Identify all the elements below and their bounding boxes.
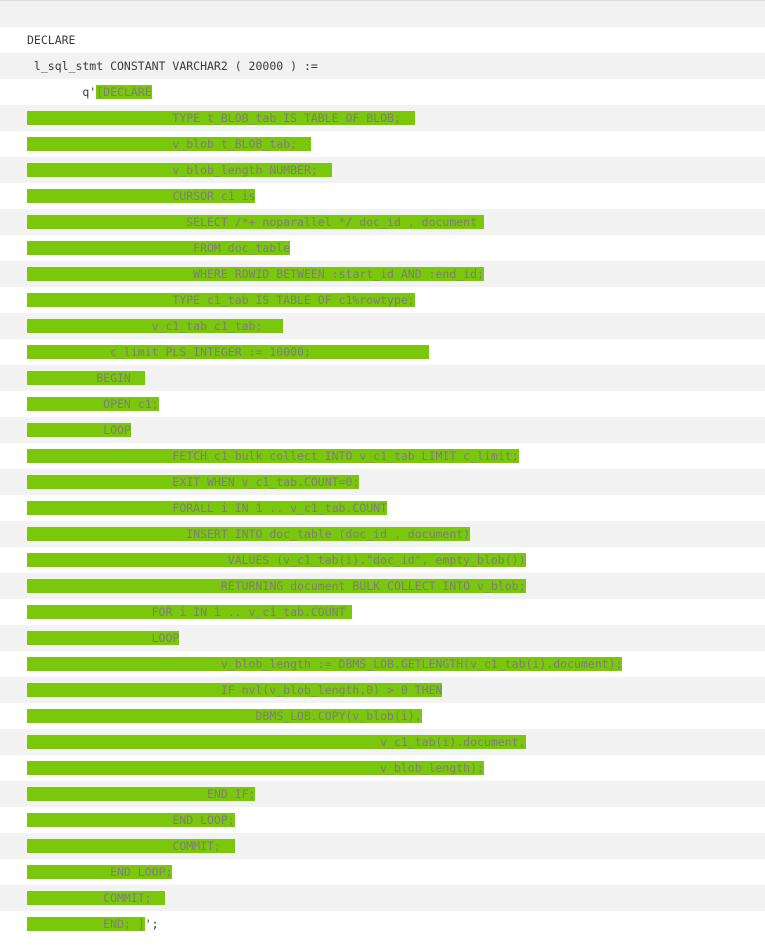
code-highlight-segment: LOOP: [27, 423, 131, 437]
code-line: END LOOP;: [0, 859, 765, 885]
code-line: COMMIT;: [0, 833, 765, 859]
code-highlight-segment: FOR i IN 1 .. v_c1_tab.COUNT: [27, 605, 353, 619]
code-highlight-segment: v_c1_tab c1_tab;: [27, 319, 284, 333]
code-highlight-segment: BEGIN: [27, 371, 145, 385]
code-line: DECLARE: [0, 27, 765, 53]
code-plain-segment: q': [27, 85, 97, 99]
code-line: LOOP: [0, 625, 765, 651]
code-highlight-segment: LOOP: [27, 631, 180, 645]
code-line: v_blob_length := DBMS_LOB.GETLENGTH(v_c1…: [0, 651, 765, 677]
code-line: END; ]';: [0, 911, 765, 937]
code-listing: DECLARE l_sql_stmt CONSTANT VARCHAR2 ( 2…: [0, 0, 765, 937]
code-line: l_sql_stmt CONSTANT VARCHAR2 ( 20000 ) :…: [0, 53, 765, 79]
code-line: FROM doc_table: [0, 235, 765, 261]
code-highlight-segment: WHERE ROWID BETWEEN :start_id AND :end_i…: [27, 267, 484, 281]
code-line: RETURNING document BULK COLLECT INTO v_b…: [0, 573, 765, 599]
code-highlight-segment: c_limit PLS_INTEGER := 10000;: [27, 345, 429, 359]
code-highlight-segment: IF nvl(v_blob_length,0) > 0 THEN: [27, 683, 443, 697]
code-highlight-segment: END LOOP;: [27, 813, 235, 827]
code-highlight-segment: TYPE t_BLOB_tab IS TABLE OF BLOB;: [27, 111, 415, 125]
code-highlight-segment: VALUES (v_c1_tab(i)."doc_id", empty_blob…: [27, 553, 526, 567]
code-line: OPEN c1;: [0, 391, 765, 417]
code-line: TYPE c1_tab IS TABLE OF c1%rowtype;: [0, 287, 765, 313]
code-plain-segment: DECLARE: [27, 33, 76, 47]
code-line: v_blob_length NUMBER;: [0, 157, 765, 183]
code-highlight-segment: v_blob_length);: [27, 761, 484, 775]
code-highlight-segment: END IF;: [27, 787, 256, 801]
code-highlight-segment: CURSOR c1 is: [27, 189, 256, 203]
code-highlight-segment: TYPE c1_tab IS TABLE OF c1%rowtype;: [27, 293, 415, 307]
code-highlight-segment: DBMS_LOB.COPY(v_blob(i),: [27, 709, 422, 723]
code-line: TYPE t_BLOB_tab IS TABLE OF BLOB;: [0, 105, 765, 131]
code-highlight-segment: v_blob_length := DBMS_LOB.GETLENGTH(v_c1…: [27, 657, 623, 671]
code-highlight-segment: [DECLARE: [96, 85, 152, 99]
code-line: EXIT WHEN v_c1_tab.COUNT=0;: [0, 469, 765, 495]
code-line: v_c1_tab(i).document,: [0, 729, 765, 755]
code-highlight-segment: FORALL i IN 1 .. v_c1_tab.COUNT: [27, 501, 388, 515]
code-line: v_blob_length);: [0, 755, 765, 781]
code-line: FETCH c1 bulk collect INTO v_c1_tab LIMI…: [0, 443, 765, 469]
code-line: v_c1_tab c1_tab;: [0, 313, 765, 339]
code-line: v_blob t_BLOB_tab;: [0, 131, 765, 157]
code-highlight-segment: FETCH c1 bulk collect INTO v_c1_tab LIMI…: [27, 449, 519, 463]
code-line: LOOP: [0, 417, 765, 443]
code-line: INSERT INTO doc_table (doc_id , document…: [0, 521, 765, 547]
code-line: [0, 1, 765, 27]
code-line: COMMIT;: [0, 885, 765, 911]
code-plain-segment: ';: [144, 917, 159, 931]
code-highlight-segment: SELECT /*+ noparallel */ doc_id , docume…: [27, 215, 484, 229]
code-highlight-segment: FROM doc_table: [27, 241, 291, 255]
code-line: BEGIN: [0, 365, 765, 391]
code-plain-segment: l_sql_stmt CONSTANT VARCHAR2 ( 20000 ) :…: [27, 59, 318, 73]
code-highlight-segment: INSERT INTO doc_table (doc_id , document…: [27, 527, 471, 541]
code-highlight-segment: RETURNING document BULK COLLECT INTO v_b…: [27, 579, 526, 593]
code-highlight-segment: v_blob_length NUMBER;: [27, 163, 332, 177]
code-line: VALUES (v_c1_tab(i)."doc_id", empty_blob…: [0, 547, 765, 573]
code-line: END IF;: [0, 781, 765, 807]
code-highlight-segment: v_blob t_BLOB_tab;: [27, 137, 311, 151]
code-line: CURSOR c1 is: [0, 183, 765, 209]
code-highlight-segment: COMMIT;: [27, 839, 235, 853]
code-highlight-segment: OPEN c1;: [27, 397, 159, 411]
code-highlight-segment: COMMIT;: [27, 891, 166, 905]
code-line: q'[DECLARE: [0, 79, 765, 105]
code-line: FORALL i IN 1 .. v_c1_tab.COUNT: [0, 495, 765, 521]
code-highlight-segment: v_c1_tab(i).document,: [27, 735, 526, 749]
code-line: c_limit PLS_INTEGER := 10000;: [0, 339, 765, 365]
code-line: FOR i IN 1 .. v_c1_tab.COUNT: [0, 599, 765, 625]
code-line: IF nvl(v_blob_length,0) > 0 THEN: [0, 677, 765, 703]
code-highlight-segment: END; ]: [27, 917, 145, 931]
code-line: WHERE ROWID BETWEEN :start_id AND :end_i…: [0, 261, 765, 287]
code-line: END LOOP;: [0, 807, 765, 833]
code-line: SELECT /*+ noparallel */ doc_id , docume…: [0, 209, 765, 235]
code-highlight-segment: END LOOP;: [27, 865, 173, 879]
code-line: DBMS_LOB.COPY(v_blob(i),: [0, 703, 765, 729]
code-highlight-segment: EXIT WHEN v_c1_tab.COUNT=0;: [27, 475, 360, 489]
